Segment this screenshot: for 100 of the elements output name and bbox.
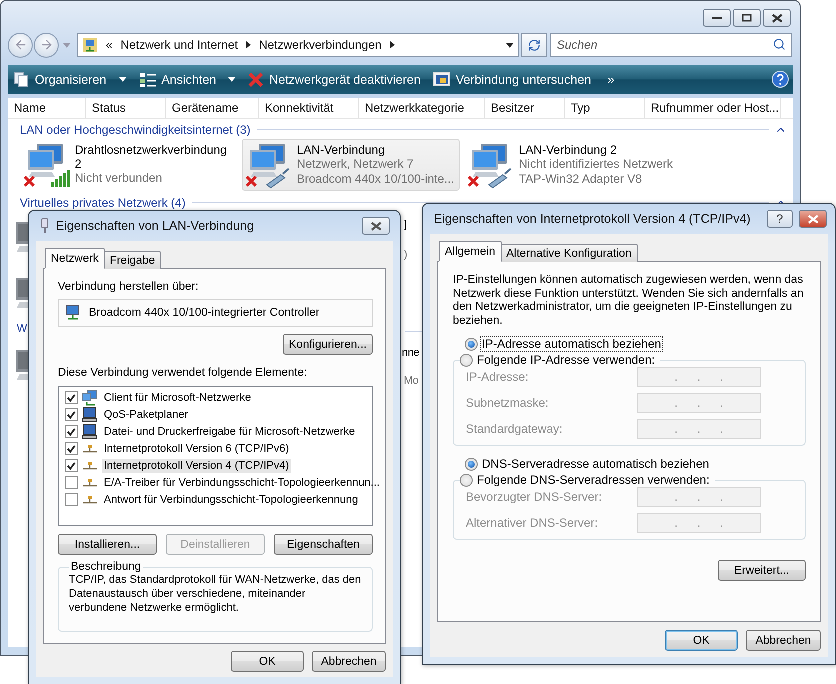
search-field[interactable]: Suchen [550,33,792,57]
dialog-title: Eigenschaften von Internetprotokoll Version 4 (TCP/IPv4) [434,212,752,226]
caret-icon [506,42,514,48]
caret-icon [228,77,236,82]
list-item[interactable]: Datei- und Druckerfreigabe für Microsoft-Netzwerke [102,424,358,438]
column-header[interactable]: Rufnummer oder Host... [645,98,781,118]
help-icon[interactable] [772,71,789,88]
computers-icon [82,390,98,406]
network-adapter-icon [23,141,71,189]
configure-button[interactable]: Konfigurieren... [283,334,373,355]
radio-button[interactable] [460,354,473,366]
list-item[interactable]: E/A-Treiber für Verbindungsschicht-Topologieerkennun... [102,476,382,490]
checkbox[interactable] [65,493,78,506]
computer-icon [82,406,98,422]
field-label: Bevorzugter DNS-Server: [466,490,602,504]
advanced-button[interactable]: Erweitert... [718,560,806,581]
close-icon [808,214,818,224]
more-button[interactable]: » [603,72,619,87]
chevron-icon [390,41,395,49]
list-item[interactable]: Antwort für Verbindungsschicht-Topologieerkennung [102,492,360,506]
column-header[interactable]: Typ [565,98,645,118]
toolbar-button[interactable]: Organisieren [14,72,107,88]
connection-tile[interactable]: LAN-Verbindung Netzwerk, Netzwerk 7 Broadcom 440x 10/100-inte... [242,139,460,191]
radio-button[interactable] [460,474,473,486]
list-item[interactable]: QoS-Paketplaner [102,408,190,422]
radio-label[interactable]: Folgende DNS-Serveradressen verwenden: [476,473,711,487]
dialog-button[interactable]: OK [665,630,738,651]
radio-label[interactable]: DNS-Serveradresse automatisch beziehen [481,457,710,471]
caret-icon [118,77,127,82]
address-bar[interactable]: « Netzwerk und Internet Netzwerkverbindungen [77,33,519,57]
checkbox[interactable] [65,391,78,404]
checkbox[interactable] [65,408,78,421]
connection-detail: Netzwerk, Netzwerk 7 [297,157,415,172]
search-icon [773,38,786,51]
minimize-button[interactable] [703,9,731,27]
breadcrumb-item[interactable]: Netzwerkverbindungen [259,38,382,52]
tab[interactable]: Allgemein [439,241,502,262]
dropdown-button[interactable] [118,77,127,82]
dialog-button[interactable]: Abbrechen [746,630,821,651]
connection-name: Drahtlosnetzwerkverbindung 2 [75,143,228,171]
dropdown-button[interactable] [228,77,236,82]
toolbar-button[interactable]: Netzwerkgerät deaktivieren [248,72,421,88]
list-item[interactable]: Internetprotokoll Version 6 (TCP/IPv6) [102,442,292,456]
column-header[interactable]: Besitzer [485,98,565,118]
maximize-button[interactable] [733,9,761,27]
back-button[interactable] [8,32,33,58]
tab[interactable]: Netzwerk [45,248,105,269]
connection-detail: Mo [404,375,419,387]
caret-icon [63,42,71,48]
network-card-icon [65,305,81,321]
dialog-button[interactable]: Abbrechen [312,651,386,672]
back-icon [14,38,28,52]
column-header[interactable]: Name [8,98,86,118]
network-folder-icon [82,37,98,53]
connection-detail: Nicht verbunden [75,171,164,186]
action-button[interactable]: Eigenschaften [274,534,373,555]
list-item[interactable]: Client für Microsoft-Netzwerke [102,390,254,404]
radio-button[interactable] [465,458,478,470]
dialog-title: Eigenschaften von LAN-Verbindung [56,219,256,233]
radio-button[interactable] [465,338,478,350]
field-label: Verbindung herstellen über: [58,281,200,293]
field-label: IP-Adresse: [466,370,529,384]
column-header[interactable]: Konnektivität [259,98,359,118]
computer-icon [82,424,98,440]
column-header[interactable]: Status [86,98,166,118]
group-header[interactable]: LAN oder Hochgeschwindigkeitsinternet (3) [20,122,251,136]
checkbox[interactable] [65,442,78,455]
radio-label[interactable]: Folgende IP-Adresse verwenden: [476,353,656,367]
field-label: Standardgateway: [466,422,563,436]
toolbar-button[interactable]: Verbindung untersuchen [432,72,592,88]
tab[interactable]: Alternative Konfiguration [500,244,638,262]
forward-button[interactable] [34,32,59,58]
chevron-icon [246,41,252,49]
breadcrumb-overflow[interactable]: « [106,38,113,52]
connection-tile[interactable]: LAN-Verbindung 2 Nicht identifiziertes Netzwerk TAP-Win32 Adapter V8 [464,139,682,191]
column-header[interactable]: Gerätename [166,98,259,118]
toolbar-button[interactable]: Ansichten [138,72,216,88]
connection-detail: ] [404,219,407,231]
refresh-button[interactable] [521,33,547,57]
connection-tile[interactable]: Drahtlosnetzwerkverbindung 2 Nicht verbunden [20,139,238,191]
dialog-button[interactable]: OK [231,651,304,672]
checkbox[interactable] [65,425,78,438]
close-button[interactable] [362,217,390,235]
close-icon [370,222,382,230]
column-header[interactable]: Netzwerkkategorie [359,98,485,118]
group-header[interactable]: Virtuelles privates Netzwerk (4) [20,196,186,210]
action-button[interactable]: Installieren... [58,534,157,555]
close-button[interactable] [763,9,791,27]
checkbox[interactable] [65,459,78,472]
description-text: TCP/IP, das Standardprotokoll für WAN-Netzwerke, das den Datenaustausch über verschiedene, miteinander verbundene Netzwerke ermöglicht. [69,573,362,616]
tab[interactable]: Freigabe [104,251,162,269]
connection-detail: nne [402,347,420,359]
close-icon [772,14,782,22]
checkbox[interactable] [65,476,78,489]
radio-label[interactable]: IP-Adresse automatisch beziehen [481,337,662,351]
help-button[interactable]: ? [767,210,793,228]
field-label: Alternativer DNS-Server: [466,516,598,530]
connection-detail: Nicht identifiziertes Netzwerk [519,157,674,172]
list-item[interactable]: Internetprotokoll Version 4 (TCP/IPv4) [102,458,292,472]
breadcrumb-item[interactable]: Netzwerk und Internet [120,38,238,52]
